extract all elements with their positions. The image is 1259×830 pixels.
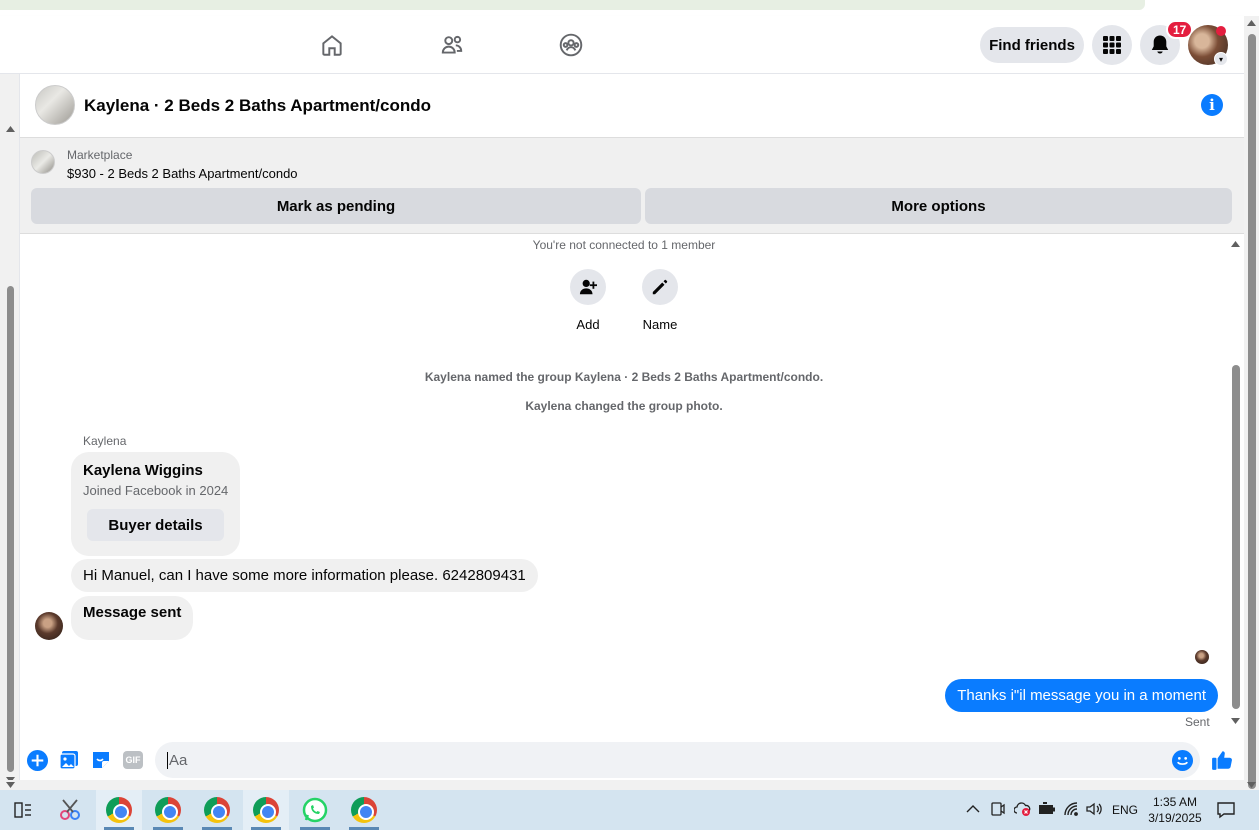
browser-top-strip	[0, 0, 1259, 16]
chrome-window-1[interactable]	[96, 790, 142, 830]
page-scrollbar[interactable]	[1244, 16, 1259, 790]
task-view-icon[interactable]	[0, 790, 46, 830]
add-label: Add	[576, 317, 600, 332]
volume-icon[interactable]	[1085, 801, 1103, 822]
buyer-joined-info: Joined Facebook in 2024	[83, 483, 229, 498]
marketplace-label: Marketplace	[67, 148, 133, 162]
groups-icon[interactable]	[556, 30, 586, 60]
left-scrollbar[interactable]	[0, 74, 20, 790]
show-hidden-icons-icon[interactable]	[966, 802, 980, 821]
action-center-icon[interactable]	[1216, 800, 1236, 825]
incoming-message-sent-notice[interactable]: Message sent	[71, 596, 194, 640]
listing-title[interactable]: $930 - 2 Beds 2 Baths Apartment/condo	[67, 166, 298, 181]
more-options-button[interactable]: More options	[645, 188, 1232, 224]
scroll-up-arrow-icon[interactable]	[1231, 241, 1240, 247]
thumbs-up-icon[interactable]	[1211, 749, 1233, 771]
conversation-scrollbar[interactable]	[1228, 235, 1244, 730]
listing-thumbnail[interactable]	[31, 150, 55, 174]
message-composer: GIF Aa	[20, 740, 1244, 780]
windows-taskbar: ENG 1:35 AM 3/19/2025	[0, 790, 1259, 830]
plus-icon[interactable]	[26, 749, 48, 771]
scroll-up-arrow-icon[interactable]	[1247, 20, 1256, 26]
chrome-icon	[253, 797, 279, 823]
page-scrollbar-thumb[interactable]	[1248, 34, 1256, 789]
sender-avatar[interactable]	[35, 612, 63, 640]
find-friends-button[interactable]: Find friends	[980, 27, 1084, 63]
not-connected-note: You're not connected to 1 member	[532, 238, 716, 252]
name-label: Name	[642, 317, 678, 332]
message-input[interactable]: Aa	[155, 742, 1200, 778]
chat-header: Kaylena · 2 Beds 2 Baths Apartment/condo…	[20, 74, 1244, 138]
clock-date: 3/19/2025	[1148, 811, 1202, 825]
chrome-window-3[interactable]	[194, 790, 240, 830]
chrome-icon	[351, 797, 377, 823]
menu-grid-button[interactable]	[1092, 25, 1132, 65]
message-input-placeholder: Aa	[167, 752, 188, 769]
pencil-icon	[652, 279, 668, 295]
clock-time: 1:35 AM	[1152, 795, 1198, 809]
read-receipt-avatar	[1195, 650, 1209, 664]
system-clock[interactable]: 1:35 AM 3/19/2025	[1140, 794, 1210, 826]
conversation-area: You're not connected to 1 member Add Nam…	[20, 235, 1228, 740]
battery-icon[interactable]	[1038, 802, 1056, 821]
buyer-name[interactable]: Kaylena Wiggins	[83, 462, 203, 479]
chrome-window-4[interactable]	[243, 790, 289, 830]
name-group-action[interactable]: Name	[630, 269, 690, 332]
top-navigation: Find friends 17 ▾	[0, 16, 1244, 74]
group-rename-event: Kaylena named the group Kaylena · 2 Beds…	[424, 370, 824, 384]
chrome-window-5[interactable]	[341, 790, 387, 830]
scroll-down-arrow-icon[interactable]	[6, 782, 15, 788]
marketplace-listing-bar: Marketplace $930 - 2 Beds 2 Baths Apartm…	[20, 138, 1244, 234]
incoming-message[interactable]: Hi Manuel, can I have some more informat…	[71, 559, 538, 592]
chrome-icon	[204, 797, 230, 823]
wifi-icon[interactable]	[1063, 801, 1079, 822]
buyer-details-button[interactable]: Buyer details	[87, 509, 224, 541]
photo-icon[interactable]	[58, 749, 80, 771]
left-scrollbar-thumb[interactable]	[7, 286, 14, 772]
message-status: Sent	[1185, 715, 1210, 729]
conversation-scrollbar-thumb[interactable]	[1232, 365, 1240, 709]
group-photo[interactable]	[35, 85, 75, 125]
meet-now-icon[interactable]	[990, 801, 1006, 822]
group-photo-event: Kaylena changed the group photo.	[525, 399, 723, 413]
snipping-tool-icon[interactable]	[47, 790, 93, 830]
mark-as-pending-button[interactable]: Mark as pending	[31, 188, 641, 224]
scroll-up-arrow-icon[interactable]	[6, 126, 15, 132]
home-icon[interactable]	[317, 30, 347, 60]
info-icon[interactable]: i	[1201, 94, 1223, 116]
chat-title[interactable]: Kaylena · 2 Beds 2 Baths Apartment/condo	[84, 96, 431, 116]
language-indicator[interactable]: ENG	[1112, 803, 1138, 817]
chrome-window-2[interactable]	[145, 790, 191, 830]
whatsapp-app[interactable]	[292, 790, 338, 830]
onedrive-error-icon[interactable]	[1013, 801, 1032, 822]
add-member-action[interactable]: Add	[558, 269, 618, 332]
chrome-icon	[106, 797, 132, 823]
scroll-down-arrow-icon[interactable]	[1247, 782, 1256, 788]
grid-icon	[1103, 36, 1121, 54]
chrome-icon	[155, 797, 181, 823]
add-person-icon	[579, 279, 597, 295]
whatsapp-icon	[302, 797, 328, 823]
sender-name: Kaylena	[83, 434, 127, 448]
bell-icon	[1151, 35, 1169, 54]
buyer-profile-card: Kaylena Wiggins Joined Facebook in 2024 …	[71, 452, 240, 556]
profile-alert-dot	[1216, 26, 1226, 36]
scroll-down-arrow-icon[interactable]	[1231, 718, 1240, 724]
emoji-icon[interactable]	[1171, 749, 1193, 771]
sticker-icon[interactable]	[90, 749, 112, 771]
friends-icon[interactable]	[437, 30, 467, 60]
gif-icon[interactable]: GIF	[122, 749, 144, 771]
bottom-scroll-strip	[0, 780, 1256, 790]
outgoing-message[interactable]: Thanks i"il message you in a moment	[945, 679, 1218, 712]
chevron-down-icon[interactable]: ▾	[1214, 52, 1228, 66]
